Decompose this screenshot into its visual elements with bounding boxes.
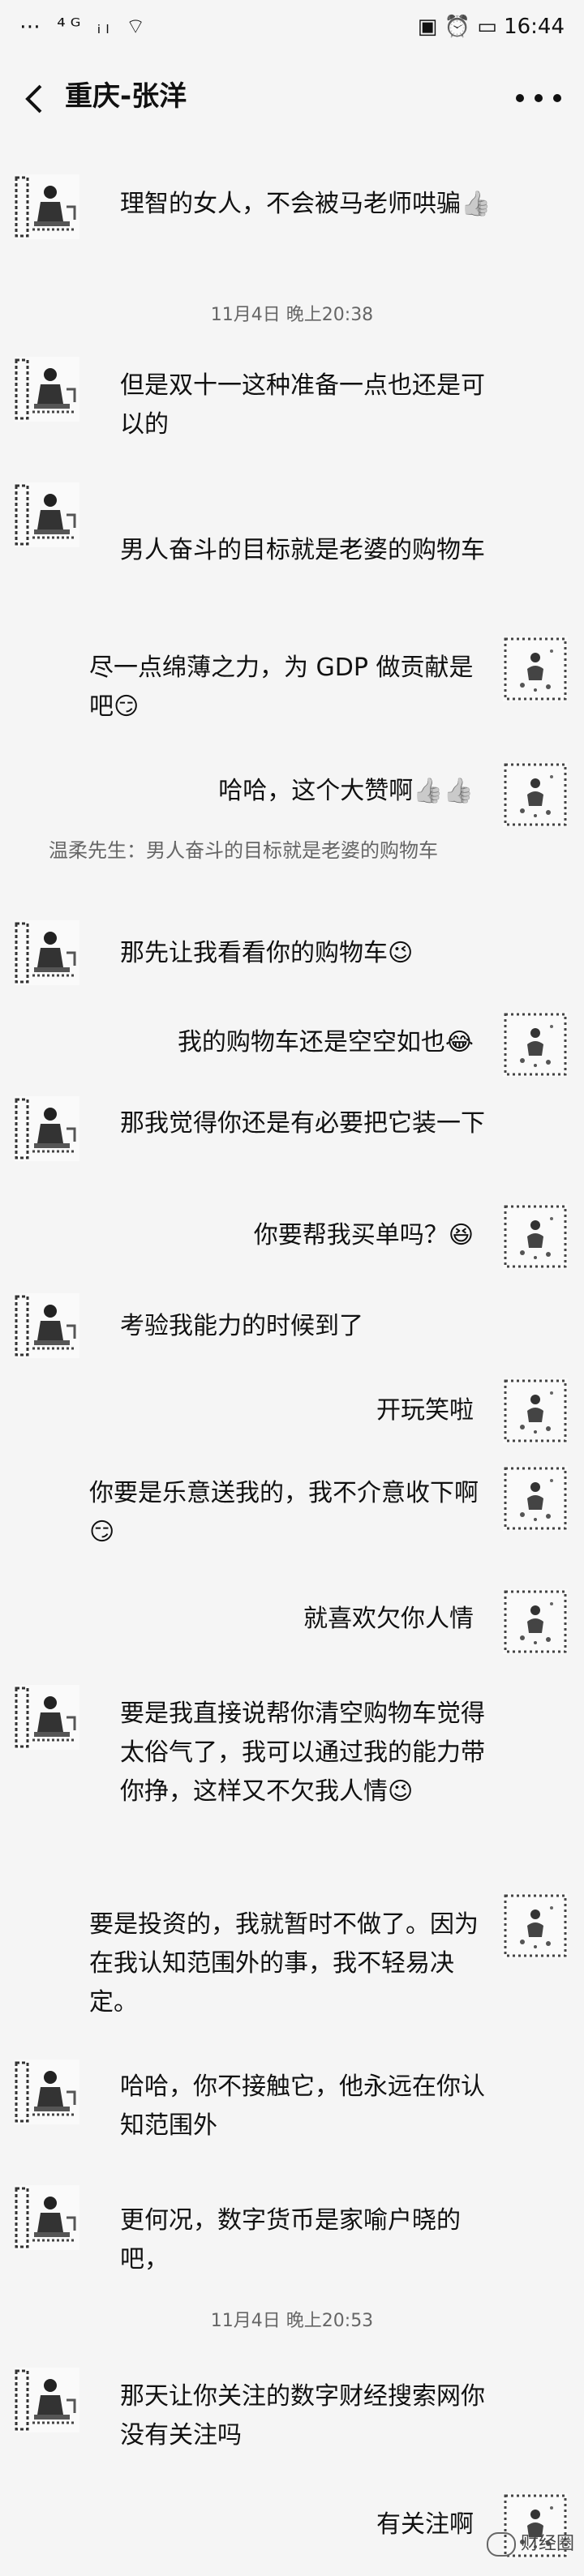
message-text: 开玩笑啦 (376, 1396, 474, 1425)
watermark: 财经圈 (464, 2522, 574, 2567)
message-text: 哈哈，你不接触它，他永远在你认知范围外 (120, 2072, 485, 2140)
contact-avatar[interactable] (15, 1685, 79, 1750)
watermark-text: 财经圈 (520, 2534, 574, 2554)
message-text: 有关注啊 (376, 2510, 474, 2539)
message-text: 你要是乐意送我的，我不介意收下啊😏 (89, 1479, 479, 1546)
contact-avatar[interactable] (15, 1293, 79, 1358)
message-text: 你要帮我买单吗？😆 (253, 1221, 474, 1249)
contact-avatar[interactable] (15, 2368, 79, 2432)
status-bar: ⋯ ⁴ᴳ ᵢₗ ⌔ ▣ ⏰ ▭ 16:44 (0, 0, 584, 54)
user-avatar[interactable] (503, 1893, 568, 1958)
chat-title: 重庆-张洋 (65, 80, 187, 113)
message-text: 那先让我看看你的购物车😉 (120, 939, 414, 967)
watermark-logo-icon (486, 2532, 516, 2557)
message-text: 要是我直接说帮你清空购物车觉得太俗气了，我可以通过我的能力带你挣，这样又不欠我人… (120, 1699, 485, 1806)
message-text: 男人奋斗的目标就是老婆的购物车 (120, 536, 485, 564)
message-text: 理智的女人，不会被马老师哄骗👍 (120, 190, 492, 218)
chat-header: 重庆-张洋 (0, 58, 584, 143)
user-avatar[interactable] (503, 1012, 568, 1077)
user-avatar[interactable] (503, 1589, 568, 1654)
contact-avatar[interactable] (15, 920, 79, 985)
contact-avatar[interactable] (15, 2060, 79, 2124)
back-arrow-icon[interactable] (23, 83, 45, 115)
user-avatar[interactable] (503, 636, 568, 701)
timestamp: 11月4日 晚上20:53 (210, 2311, 374, 2331)
message-text: 考验我能力的时候到了 (120, 1312, 363, 1340)
timestamp: 11月4日 晚上20:38 (210, 305, 374, 325)
message-text: 那我觉得你还是有必要把它装一下 (120, 1109, 485, 1138)
message-text: 要是投资的，我就暂时不做了。因为在我认知范围外的事，我不轻易决定。 (89, 1910, 479, 2017)
message-text: 哈哈，这个大赞啊👍👍 (218, 777, 474, 805)
contact-avatar[interactable] (15, 482, 79, 547)
quoted-reply: 温柔先生：男人奋斗的目标就是老婆的购物车 (49, 839, 438, 862)
contact-avatar[interactable] (15, 1096, 79, 1161)
user-avatar[interactable] (503, 762, 568, 827)
message-text: 尽一点绵薄之力，为 GDP 做贡献是吧😏 (89, 654, 474, 721)
status-bar-right-clock: ▣ ⏰ ▭ 16:44 (417, 15, 565, 39)
user-avatar[interactable] (503, 1466, 568, 1531)
user-avatar[interactable] (503, 1204, 568, 1269)
message-text: 就喜欢欠你人情 (303, 1605, 474, 1633)
contact-avatar[interactable] (15, 174, 79, 239)
message-text: 但是双十一这种准备一点也还是可以的 (120, 371, 485, 439)
more-options-icon[interactable] (511, 86, 566, 110)
message-text: 那天让你关注的数字财经搜索网你没有关注吗 (120, 2382, 485, 2450)
message-text: 更何况，数字货币是家喻户晓的吧， (120, 2206, 461, 2274)
contact-avatar[interactable] (15, 2185, 79, 2250)
message-text: 我的购物车还是空空如也😂 (177, 1028, 474, 1057)
status-bar-left-icons: ⋯ ⁴ᴳ ᵢₗ ⌔ (19, 15, 151, 39)
user-avatar[interactable] (503, 1378, 568, 1443)
contact-avatar[interactable] (15, 357, 79, 422)
